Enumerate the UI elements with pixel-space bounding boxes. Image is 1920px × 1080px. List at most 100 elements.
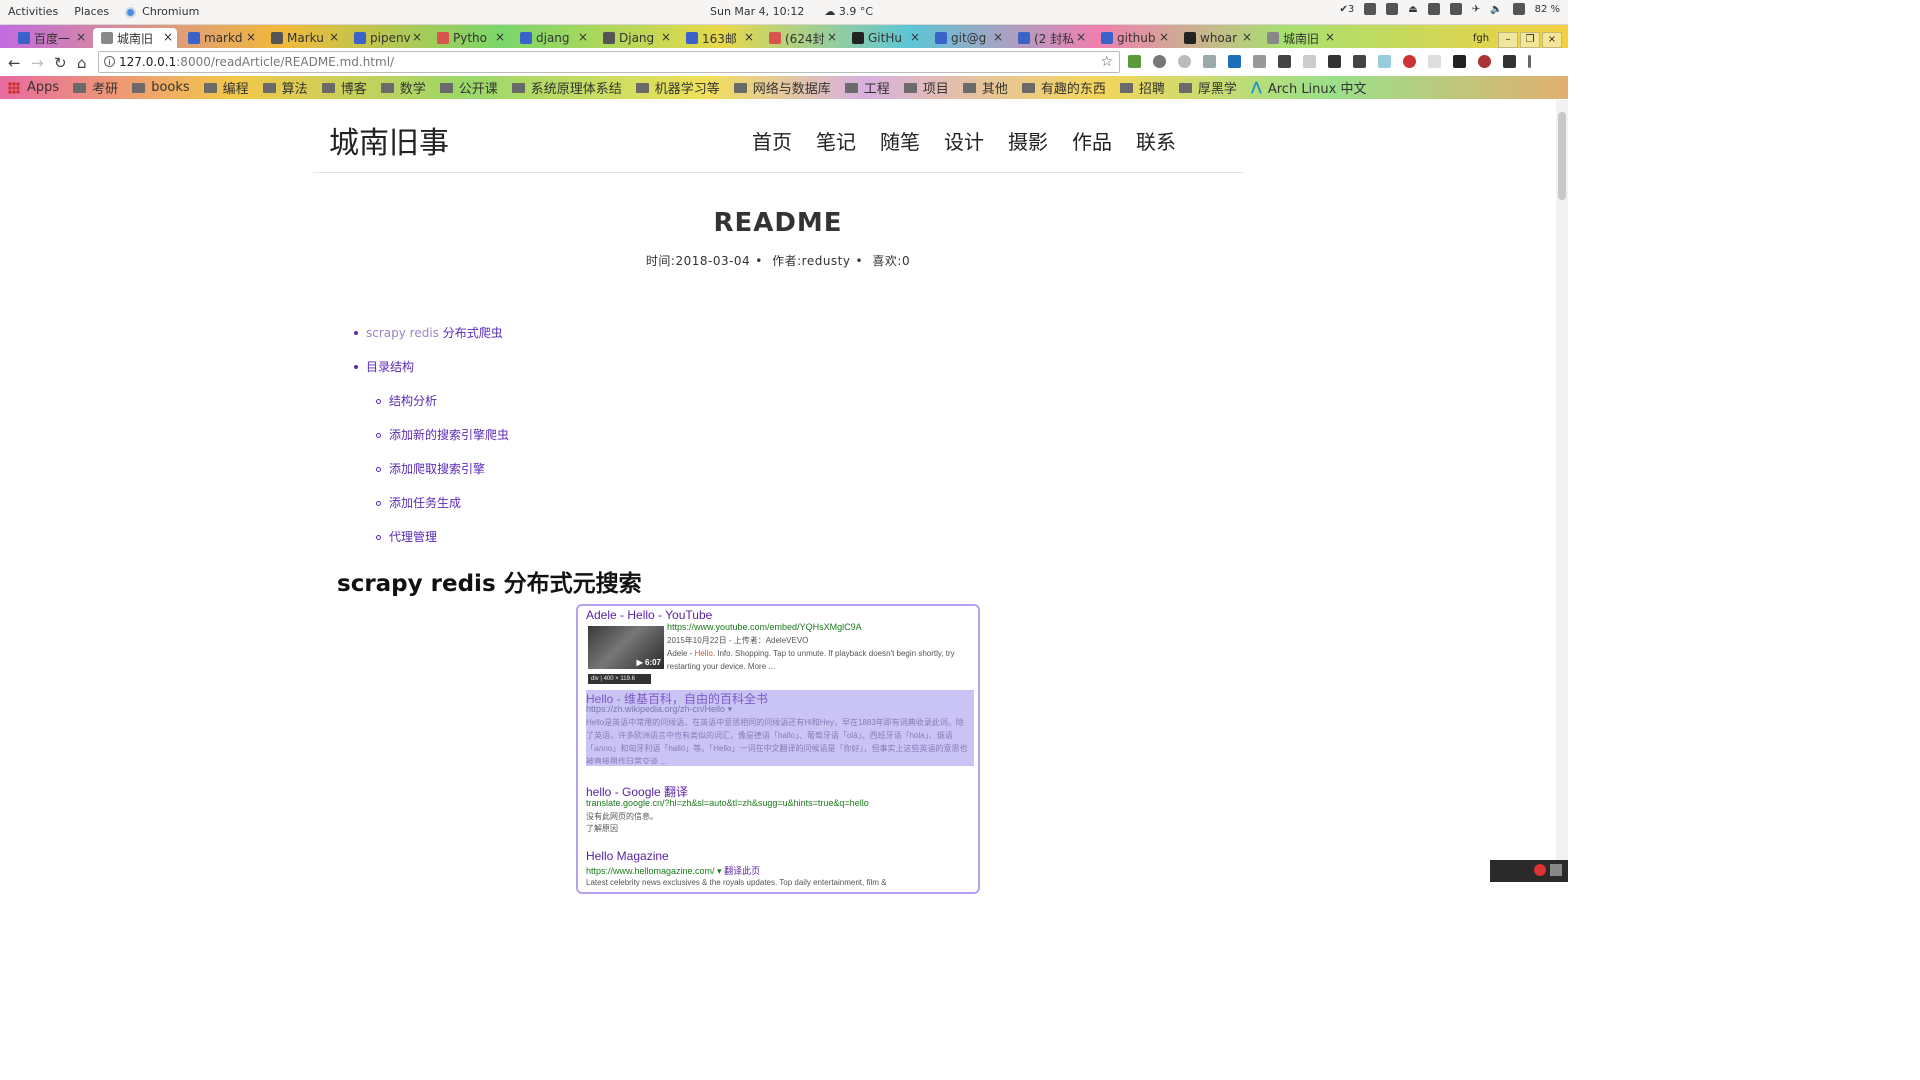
browser-tab[interactable]: GitHu ×	[844, 28, 924, 48]
browser-tab[interactable]: whoar ×	[1176, 28, 1256, 48]
camera-icon[interactable]	[1427, 3, 1440, 15]
extension-icon[interactable]	[1153, 55, 1166, 68]
toc-item[interactable]: scrapy redis 分布式爬虫	[354, 316, 509, 350]
tray-app-icon[interactable]	[1534, 864, 1546, 876]
tab-close-icon[interactable]: ×	[163, 30, 173, 44]
browser-tab[interactable]: (624封 ×	[761, 28, 841, 48]
extension-icon[interactable]	[1328, 55, 1341, 68]
browser-tab[interactable]: github ×	[1093, 28, 1173, 48]
bookmark-item[interactable]: 公开课	[439, 78, 498, 97]
browser-tab[interactable]: markd ×	[180, 28, 260, 48]
hat-icon[interactable]	[1386, 3, 1399, 15]
tab-close-icon[interactable]: ×	[412, 30, 422, 44]
extension-icon[interactable]	[1403, 55, 1416, 68]
keyboard-icon[interactable]	[1550, 864, 1562, 876]
nav-works[interactable]: 作品	[1072, 126, 1112, 155]
browser-tab[interactable]: Pytho ×	[429, 28, 509, 48]
nav-home[interactable]: 首页	[752, 126, 792, 155]
extension-icon[interactable]	[1453, 55, 1466, 68]
forward-button[interactable]: →	[31, 54, 44, 72]
browser-tab[interactable]: pipenv ×	[346, 28, 426, 48]
bookmark-item[interactable]: 网络与数据库	[733, 78, 831, 97]
eject-icon[interactable]: ⏏	[1408, 4, 1417, 15]
extension-icon[interactable]	[1428, 55, 1441, 68]
bookmark-item[interactable]: 其他	[962, 78, 1008, 97]
browser-tab[interactable]: git@g ×	[927, 28, 1007, 48]
bookmark-item[interactable]: 有趣的东西	[1021, 78, 1106, 97]
browser-tab[interactable]: 城南旧 ×	[93, 28, 177, 48]
browser-tab[interactable]: Djang ×	[595, 28, 675, 48]
browser-tab[interactable]: Marku ×	[263, 28, 343, 48]
close-window-button[interactable]: ×	[1542, 32, 1562, 48]
tab-close-icon[interactable]: ×	[1076, 30, 1086, 44]
download-extension-icon[interactable]	[1203, 55, 1216, 68]
bookmark-item[interactable]: 博客	[321, 78, 367, 97]
activities-button[interactable]: Activities	[8, 5, 58, 18]
tab-close-icon[interactable]: ×	[1325, 30, 1335, 44]
app-menu[interactable]: Chromium	[125, 5, 199, 18]
tab-close-icon[interactable]: ×	[1159, 30, 1169, 44]
tab-close-icon[interactable]: ×	[246, 30, 256, 44]
site-title[interactable]: 城南旧事	[329, 118, 449, 162]
extension-icon[interactable]	[1178, 55, 1191, 68]
info-icon[interactable]: i	[104, 56, 115, 67]
bookmark-item[interactable]: 机器学习等	[635, 78, 720, 97]
tab-close-icon[interactable]: ×	[1242, 30, 1252, 44]
bookmark-item[interactable]: books	[132, 80, 190, 95]
weather[interactable]: ☁ 3.9 °C	[824, 5, 873, 18]
tab-close-icon[interactable]: ×	[827, 30, 837, 44]
bookmark-item[interactable]: 编程	[203, 78, 249, 97]
bookmark-item[interactable]: Apps	[8, 80, 59, 95]
menu-icon[interactable]	[1528, 55, 1531, 68]
bookmark-item[interactable]: 数学	[380, 78, 426, 97]
minimize-button[interactable]: –	[1498, 32, 1518, 48]
airplane-icon[interactable]: ✈	[1472, 4, 1480, 15]
toc-subitem[interactable]: 添加爬取搜索引擎	[354, 452, 509, 486]
profile-button[interactable]: fgh	[1466, 32, 1496, 46]
nav-notes[interactable]: 笔记	[816, 126, 856, 155]
nav-contact[interactable]: 联系	[1136, 126, 1176, 155]
page-scrollbar[interactable]	[1556, 100, 1568, 882]
address-bar[interactable]: i 127.0.0.1:8000/readArticle/README.md.h…	[98, 51, 1120, 73]
tab-close-icon[interactable]: ×	[910, 30, 920, 44]
browser-tab[interactable]: djang ×	[512, 28, 592, 48]
back-button[interactable]: ←	[8, 54, 21, 72]
nav-essays[interactable]: 随笔	[880, 126, 920, 155]
tab-close-icon[interactable]: ×	[495, 30, 505, 44]
extension-icon[interactable]	[1253, 55, 1266, 68]
toc-subitem[interactable]: 结构分析	[354, 384, 509, 418]
bookmark-item[interactable]: 厚黑学	[1178, 78, 1237, 97]
bookmark-star-icon[interactable]: ☆	[1100, 52, 1113, 72]
screenshot-icon[interactable]	[1364, 3, 1377, 15]
bookmark-item[interactable]: 招聘	[1119, 78, 1165, 97]
toc-subitem[interactable]: 添加新的搜索引擎爬虫	[354, 418, 509, 452]
toc-item[interactable]: 目录结构	[354, 350, 509, 384]
reload-button[interactable]: ↻	[54, 54, 67, 72]
battery-icon[interactable]	[1512, 3, 1525, 15]
toc-subitem[interactable]: 添加任务生成	[354, 486, 509, 520]
browser-tab[interactable]: 百度一 ×	[10, 28, 90, 48]
bookmark-item[interactable]: ⋀ Arch Linux 中文	[1251, 78, 1367, 97]
browser-tab[interactable]: (2 封私 ×	[1010, 28, 1090, 48]
bookmark-item[interactable]: 工程	[844, 78, 890, 97]
tab-close-icon[interactable]: ×	[329, 30, 339, 44]
tab-close-icon[interactable]: ×	[661, 30, 671, 44]
bookmark-item[interactable]: 考研	[73, 78, 118, 97]
bookmark-item[interactable]: 系统原理体系结	[511, 78, 622, 97]
extension-icon[interactable]	[1303, 55, 1316, 68]
extension-icon[interactable]	[1228, 55, 1241, 68]
tab-close-icon[interactable]: ×	[744, 30, 754, 44]
nav-design[interactable]: 设计	[944, 126, 984, 155]
clock[interactable]: Sun Mar 4, 10:12	[710, 5, 804, 18]
restore-button[interactable]: ❐	[1520, 32, 1540, 48]
bookmark-item[interactable]: 项目	[903, 78, 949, 97]
extension-icon[interactable]	[1128, 55, 1141, 68]
rocket-extension-icon[interactable]	[1278, 55, 1291, 68]
tab-close-icon[interactable]: ×	[993, 30, 1003, 44]
network-icon[interactable]	[1449, 3, 1462, 15]
tab-close-icon[interactable]: ×	[578, 30, 588, 44]
nav-photography[interactable]: 摄影	[1008, 126, 1048, 155]
browser-tab[interactable]: 163邮 ×	[678, 28, 758, 48]
extension-icon[interactable]	[1478, 55, 1491, 68]
volume-icon[interactable]: 🔈	[1490, 4, 1502, 15]
